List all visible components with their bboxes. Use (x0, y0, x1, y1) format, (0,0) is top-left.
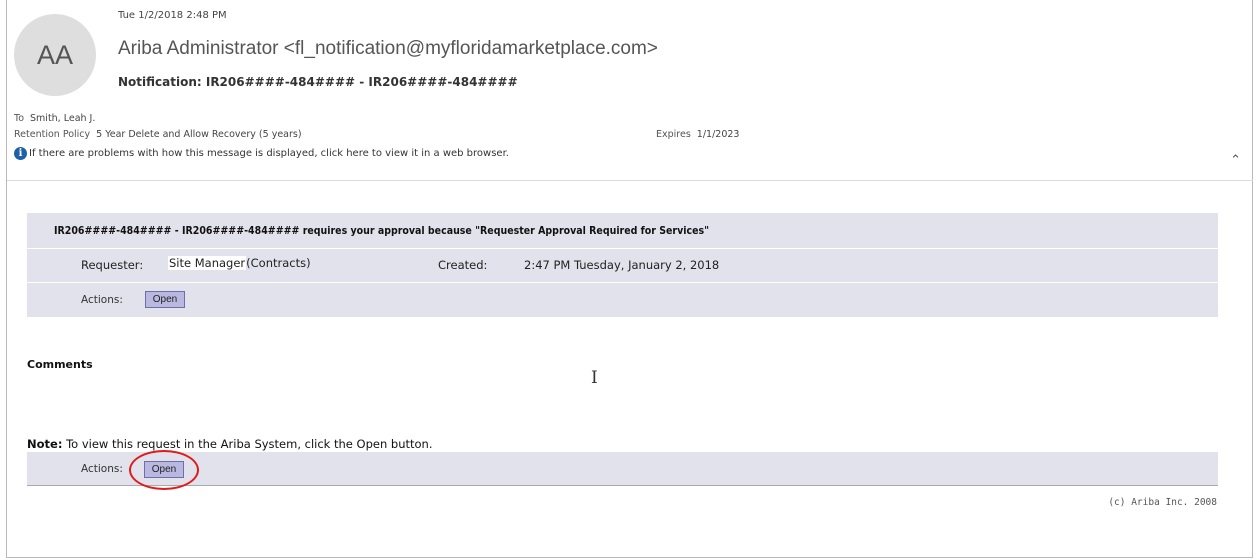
requester-name: Site Manager (168, 256, 247, 270)
open-button[interactable]: Open (145, 291, 185, 308)
avatar: AA (14, 14, 96, 96)
created-label: Created: (438, 258, 488, 272)
info-icon: i (14, 147, 27, 160)
panel-divider (27, 282, 1218, 283)
copyright: (c) Ariba Inc. 2008 (1108, 497, 1217, 508)
text-cursor-icon: I (591, 368, 598, 388)
note-label: Note: (27, 437, 63, 451)
note-body: To view this request in the Ariba System… (62, 437, 433, 451)
sent-date: Tue 1/2/2018 2:48 PM (118, 10, 227, 21)
note-text: Note: To view this request in the Ariba … (27, 437, 432, 451)
retention-value: 5 Year Delete and Allow Recovery (5 year… (96, 129, 302, 140)
retention-row: Retention Policy 5 Year Delete and Allow … (14, 129, 302, 140)
bottom-panel-divider (27, 485, 1218, 486)
requester-value: Site Manager(Contracts) (168, 256, 311, 270)
approval-title: IR206####-484#### - IR206####-484#### re… (54, 225, 710, 237)
bottom-actions-panel (27, 452, 1218, 485)
comments-heading: Comments (27, 358, 93, 371)
to-recipient[interactable]: Smith, Leah J. (30, 113, 95, 124)
actions-label-bottom: Actions: (81, 463, 123, 475)
retention-label: Retention Policy (14, 129, 91, 140)
requester-dept: (Contracts) (246, 256, 311, 270)
sender[interactable]: Ariba Administrator <fl_notification@myf… (118, 38, 658, 60)
panel-divider (27, 248, 1218, 249)
chevron-up-icon[interactable]: ⌃ (1230, 153, 1241, 168)
info-text[interactable]: If there are problems with how this mess… (29, 148, 509, 159)
subject: Notification: IR206####-484#### - IR206#… (118, 75, 518, 89)
expires-value: 1/1/2023 (696, 129, 740, 140)
open-button-bottom[interactable]: Open (144, 461, 184, 478)
expires-row: Expires 1/1/2023 (656, 129, 739, 140)
created-value: 2:47 PM Tuesday, January 2, 2018 (524, 258, 720, 272)
avatar-initials: AA (36, 39, 74, 70)
info-bar[interactable]: i If there are problems with how this me… (14, 147, 509, 160)
to-label: To (14, 113, 25, 124)
header-divider (7, 180, 1253, 181)
recipients-row: To Smith, Leah J. (14, 113, 95, 124)
requester-label: Requester: (81, 258, 144, 272)
expires-label: Expires (656, 129, 691, 140)
actions-label: Actions: (81, 294, 123, 306)
